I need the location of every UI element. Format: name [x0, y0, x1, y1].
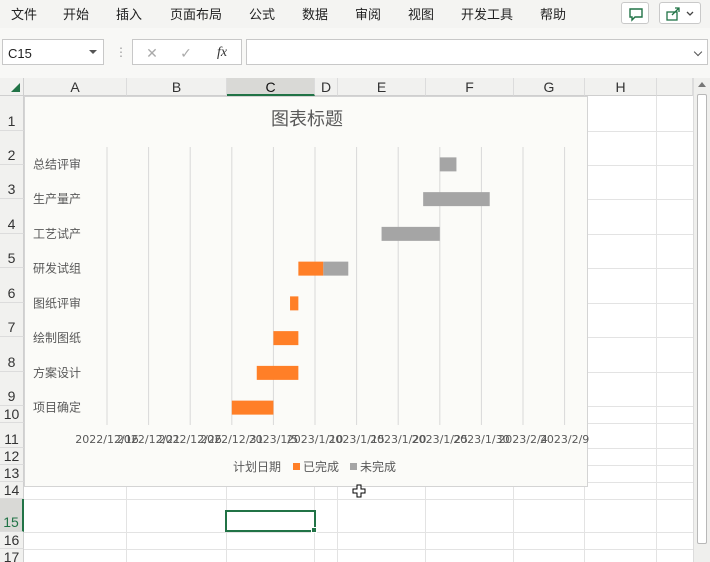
- name-box[interactable]: C15: [2, 39, 104, 65]
- menu-home[interactable]: 开始: [63, 4, 89, 23]
- row-header-17[interactable]: 17: [0, 549, 24, 562]
- chart-title[interactable]: 图表标题: [271, 109, 343, 130]
- row-header-13[interactable]: 13: [0, 465, 24, 482]
- chevron-down-icon: [89, 50, 97, 54]
- gantt-chart[interactable]: 图表标题 项目确定 方案设计 绘制图纸 图纸评审 研发试组 工艺试产 生产量产 总结评审 20…: [24, 96, 589, 487]
- y-category-label: 方案设计: [33, 365, 81, 380]
- row-header-2[interactable]: 2: [0, 131, 24, 165]
- column-header-e[interactable]: E: [338, 78, 426, 96]
- menu-view[interactable]: 视图: [408, 4, 434, 23]
- legend-label-remaining: 未完成: [360, 459, 396, 474]
- row-header-5[interactable]: 5: [0, 234, 24, 268]
- row-header-14[interactable]: 14: [0, 482, 24, 499]
- row-header-16[interactable]: 16: [0, 532, 24, 549]
- column-header-a[interactable]: A: [24, 78, 127, 96]
- bar-remaining: [423, 192, 490, 207]
- comment-icon: [629, 8, 643, 22]
- formula-buttons: ✕ ✓ fx: [132, 39, 242, 65]
- name-box-value: C15: [8, 46, 32, 61]
- column-header-i[interactable]: [657, 78, 693, 96]
- y-category-label: 图纸评审: [33, 295, 81, 310]
- insert-function-icon[interactable]: fx: [213, 44, 231, 62]
- column-header-f[interactable]: F: [426, 78, 514, 96]
- legend-label-plan-date: 计划日期: [233, 460, 281, 474]
- bar-completed: [273, 331, 299, 346]
- y-category-label: 总结评审: [33, 156, 81, 171]
- menu-formulas[interactable]: 公式: [249, 4, 275, 23]
- share-icon: [666, 7, 694, 21]
- enter-icon[interactable]: ✓: [177, 44, 195, 62]
- row-header-10[interactable]: 10: [0, 406, 24, 423]
- row-header-8[interactable]: 8: [0, 337, 24, 372]
- legend-swatch-completed: [293, 463, 300, 470]
- fill-handle[interactable]: [311, 527, 317, 533]
- bar-completed: [231, 400, 274, 415]
- scroll-up-icon[interactable]: [698, 82, 706, 87]
- formula-input[interactable]: [246, 39, 708, 65]
- comments-button[interactable]: [621, 2, 649, 24]
- select-all-button[interactable]: [0, 78, 24, 96]
- y-category-label: 生产量产: [33, 192, 81, 206]
- menu-page-layout[interactable]: 页面布局: [170, 4, 222, 23]
- column-header-d[interactable]: D: [315, 78, 338, 96]
- drag-handle-icon: ⋮: [115, 45, 127, 59]
- vertical-scrollbar[interactable]: [693, 78, 710, 562]
- move-cursor-icon: [352, 484, 366, 498]
- row-header-12[interactable]: 12: [0, 448, 24, 465]
- row-header-4[interactable]: 4: [0, 199, 24, 234]
- menu-insert[interactable]: 插入: [116, 4, 142, 23]
- menu-data[interactable]: 数据: [302, 4, 328, 23]
- row-header-1[interactable]: 1: [0, 96, 24, 131]
- chart-svg: 图表标题 项目确定 方案设计 绘制图纸 图纸评审 研发试组 工艺试产 生产量产 总结评审 20…: [33, 109, 589, 474]
- legend-label-completed: 已完成: [303, 459, 339, 474]
- legend-swatch-remaining: [350, 463, 357, 470]
- column-header-h[interactable]: H: [585, 78, 657, 96]
- ribbon-menu-bar: 文件 开始 插入 页面布局 公式 数据 审阅 视图 开发工具 帮助: [0, 0, 710, 28]
- share-button[interactable]: [659, 2, 701, 24]
- menu-help[interactable]: 帮助: [540, 4, 566, 23]
- scrollbar-thumb[interactable]: [697, 94, 707, 544]
- column-header-c[interactable]: C: [227, 78, 315, 96]
- cancel-icon[interactable]: ✕: [143, 44, 161, 62]
- x-tick-label: 2023/2/9: [540, 433, 589, 446]
- row-header-7[interactable]: 7: [0, 303, 24, 337]
- column-header-b[interactable]: B: [127, 78, 227, 96]
- bar-remaining: [381, 226, 440, 241]
- y-category-label: 工艺试产: [33, 226, 81, 241]
- menu-file[interactable]: 文件: [11, 4, 37, 23]
- row-header-11[interactable]: 11: [0, 423, 24, 448]
- menu-developer[interactable]: 开发工具: [461, 4, 513, 23]
- row-header-15[interactable]: 15: [0, 499, 24, 532]
- selected-cell-c15[interactable]: [225, 510, 316, 532]
- gridline: [24, 549, 693, 550]
- row-header-3[interactable]: 3: [0, 165, 24, 199]
- excel-window: 文件 开始 插入 页面布局 公式 数据 审阅 视图 开发工具 帮助 C15 ⋮: [0, 0, 710, 562]
- y-category-label: 研发试组: [33, 261, 81, 276]
- menu-review[interactable]: 审阅: [355, 4, 381, 23]
- row-header-6[interactable]: 6: [0, 268, 24, 303]
- bar-completed: [290, 296, 299, 311]
- bar-remaining: [439, 157, 457, 172]
- bar-completed: [298, 261, 324, 276]
- column-header-g[interactable]: G: [514, 78, 585, 96]
- formula-bar: C15 ⋮ ✕ ✓ fx: [0, 38, 710, 68]
- y-category-label: 绘制图纸: [33, 330, 81, 345]
- row-header-9[interactable]: 9: [0, 372, 24, 406]
- bar-completed: [256, 365, 299, 380]
- bar-remaining: [323, 261, 349, 276]
- y-category-label: 项目确定: [33, 400, 81, 415]
- gridline: [24, 499, 693, 500]
- gridline: [24, 532, 693, 533]
- expand-formula-bar-icon[interactable]: [693, 47, 703, 57]
